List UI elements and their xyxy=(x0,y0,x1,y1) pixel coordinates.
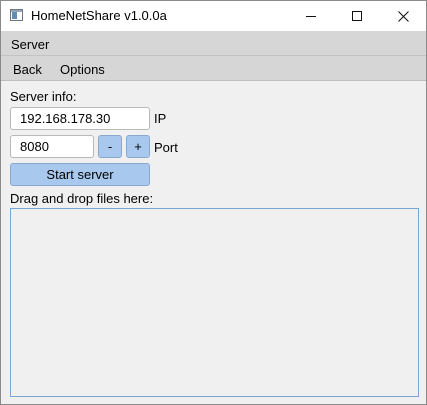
maximize-button[interactable] xyxy=(334,1,380,31)
close-button[interactable] xyxy=(380,1,426,31)
maximize-icon xyxy=(352,11,362,21)
back-button[interactable]: Back xyxy=(13,62,42,77)
close-icon xyxy=(397,10,409,22)
dropzone-label: Drag and drop files here: xyxy=(10,191,154,206)
options-button[interactable]: Options xyxy=(60,62,105,77)
title-bar[interactable]: HomeNetShare v1.0.0a xyxy=(1,1,426,31)
port-decrement-button[interactable]: - xyxy=(98,135,122,158)
app-window-icon xyxy=(10,9,23,21)
minimize-icon xyxy=(306,16,316,17)
menu-server[interactable]: Server xyxy=(11,37,49,52)
window-title: HomeNetShare v1.0.0a xyxy=(31,8,167,23)
menu-bar: Server xyxy=(1,31,426,56)
start-server-button[interactable]: Start server xyxy=(10,163,150,186)
minimize-button[interactable] xyxy=(288,1,334,31)
file-drop-zone[interactable] xyxy=(10,208,419,397)
ip-label: IP xyxy=(154,111,167,126)
port-input[interactable] xyxy=(10,135,94,158)
port-label: Port xyxy=(154,140,178,155)
port-increment-button[interactable]: + xyxy=(126,135,150,158)
tool-bar: Back Options xyxy=(1,56,426,81)
app-window: HomeNetShare v1.0.0a Server Back Options… xyxy=(0,0,427,405)
server-info-label: Server info: xyxy=(10,89,77,104)
ip-input[interactable] xyxy=(10,107,150,130)
